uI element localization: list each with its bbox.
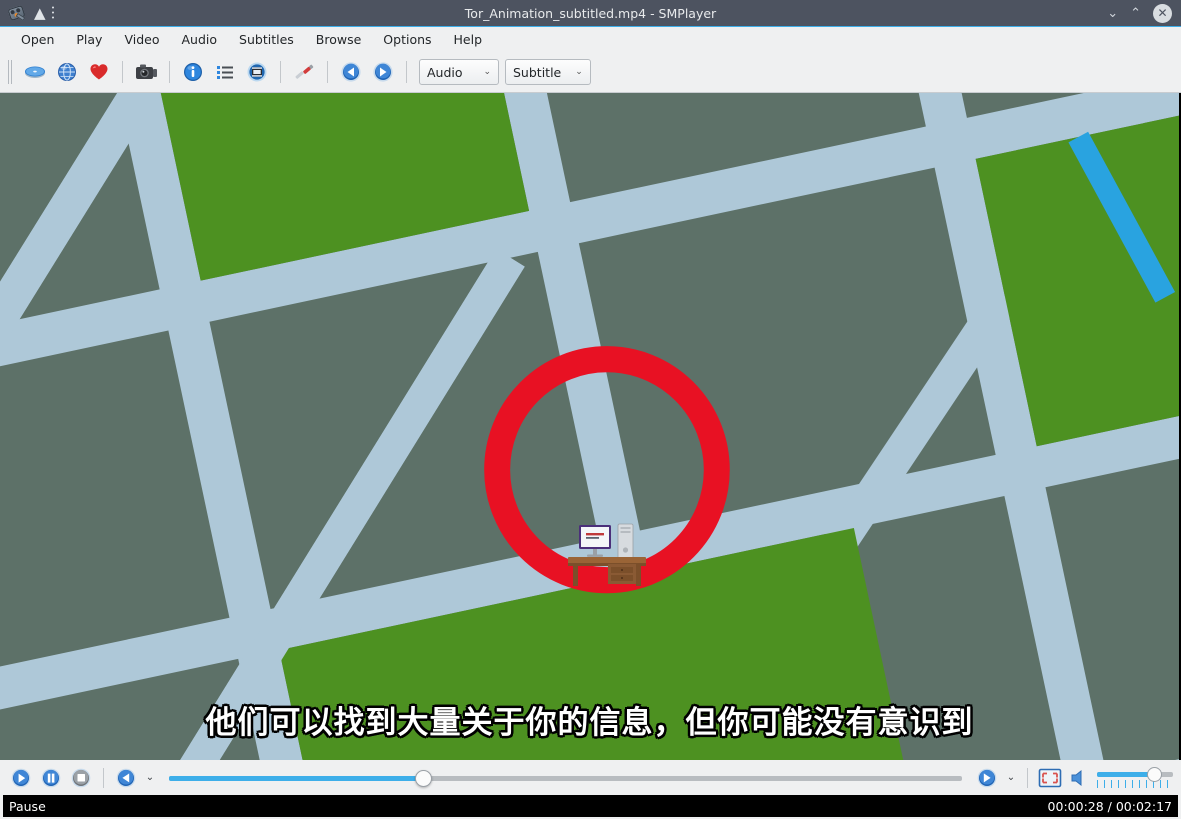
computer-desk-illustration bbox=[568, 523, 646, 586]
video-frame: 他们可以找到大量关于你的信息，但你可能没有意识到 bbox=[0, 93, 1179, 760]
close-button[interactable]: ✕ bbox=[1153, 3, 1172, 23]
play-icon[interactable] bbox=[8, 765, 34, 791]
seek-handle[interactable] bbox=[414, 769, 432, 787]
window-title: Tor_Animation_subtitled.mp4 - SMPlayer bbox=[464, 5, 717, 21]
favorites-heart-icon[interactable] bbox=[84, 57, 114, 87]
menu-item-audio[interactable]: Audio bbox=[171, 29, 229, 50]
title-bar: ▲︙ Tor_Animation_subtitled.mp4 - SMPlaye… bbox=[0, 0, 1181, 27]
preferences-screwdriver-icon[interactable] bbox=[289, 57, 319, 87]
rewind-icon[interactable] bbox=[113, 765, 139, 791]
playlist-icon[interactable] bbox=[210, 57, 240, 87]
previous-track-icon[interactable] bbox=[336, 57, 366, 87]
controls-separator bbox=[103, 767, 104, 788]
status-bar: Pause 00:00:28 / 00:02:17 bbox=[3, 795, 1178, 817]
toolbar-grip[interactable] bbox=[8, 60, 14, 84]
seek-slider[interactable] bbox=[169, 767, 962, 789]
highlight-overlay bbox=[484, 346, 730, 594]
toolbar-separator bbox=[406, 61, 407, 83]
time-display: 00:00:28 / 00:02:17 bbox=[1047, 798, 1172, 814]
volume-slider[interactable] bbox=[1097, 765, 1173, 791]
audio-track-combo[interactable]: Audio ⌄ bbox=[419, 59, 499, 85]
pause-icon[interactable] bbox=[38, 765, 64, 791]
controls-separator bbox=[1027, 767, 1028, 788]
video-equalizer-icon[interactable] bbox=[242, 57, 272, 87]
menu-item-video[interactable]: Video bbox=[113, 29, 170, 50]
menu-item-open[interactable]: Open bbox=[10, 29, 65, 50]
toolbar-separator bbox=[280, 61, 281, 83]
volume-ticks bbox=[1097, 779, 1173, 788]
title-bar-left: ▲︙ bbox=[0, 4, 61, 22]
window-buttons: ⌄ ⌃ ✕ bbox=[1107, 3, 1181, 23]
video-area[interactable]: 他们可以找到大量关于你的信息，但你可能没有意识到 bbox=[0, 93, 1181, 760]
menu-item-options[interactable]: Options bbox=[372, 29, 442, 50]
volume-fill bbox=[1097, 771, 1154, 777]
chevron-down-icon: ⌄ bbox=[575, 67, 583, 77]
subtitle-track-combo[interactable]: Subtitle ⌄ bbox=[505, 59, 591, 85]
video-subtitle-text: 他们可以找到大量关于你的信息，但你可能没有意识到 bbox=[205, 705, 974, 741]
menu-item-browse[interactable]: Browse bbox=[305, 29, 373, 50]
toolbar-separator bbox=[122, 61, 123, 83]
maximize-button[interactable]: ⌃ bbox=[1130, 7, 1141, 20]
menu-item-subtitles[interactable]: Subtitles bbox=[228, 29, 305, 50]
next-track-icon[interactable] bbox=[368, 57, 398, 87]
screenshot-camera-icon[interactable] bbox=[131, 57, 161, 87]
playback-controls: ⌄ ⌄ bbox=[0, 760, 1181, 795]
rewind-menu-chevron-down-icon[interactable]: ⌄ bbox=[143, 772, 157, 783]
volume-handle[interactable] bbox=[1147, 766, 1162, 782]
minimize-button[interactable]: ⌄ bbox=[1107, 7, 1118, 20]
smplayer-window: ▲︙ Tor_Animation_subtitled.mp4 - SMPlaye… bbox=[0, 0, 1181, 819]
main-toolbar: Audio ⌄ Subtitle ⌄ bbox=[0, 52, 1181, 93]
smplayer-film-reel-icon bbox=[7, 4, 26, 22]
toolbar-separator bbox=[169, 61, 170, 83]
subtitle-track-combo-label: Subtitle bbox=[513, 64, 562, 80]
double-chevron-up-icon[interactable]: ▲︙ bbox=[34, 5, 61, 21]
menu-bar: Open Play Video Audio Subtitles Browse O… bbox=[0, 27, 1181, 52]
seek-fill bbox=[169, 775, 423, 781]
forward-icon[interactable] bbox=[974, 765, 1000, 791]
status-message: Pause bbox=[9, 798, 46, 814]
media-info-icon[interactable] bbox=[178, 57, 208, 87]
forward-menu-chevron-down-icon[interactable]: ⌄ bbox=[1004, 772, 1018, 783]
menu-item-help[interactable]: Help bbox=[443, 29, 494, 50]
open-dvd-icon[interactable] bbox=[20, 57, 50, 87]
chevron-down-icon: ⌄ bbox=[483, 67, 491, 77]
fullscreen-icon[interactable] bbox=[1037, 765, 1063, 791]
stop-icon[interactable] bbox=[68, 765, 94, 791]
menu-item-play[interactable]: Play bbox=[65, 29, 113, 50]
toolbar-separator bbox=[327, 61, 328, 83]
audio-track-combo-label: Audio bbox=[427, 64, 463, 80]
open-url-globe-icon[interactable] bbox=[52, 57, 82, 87]
speaker-volume-icon[interactable] bbox=[1067, 765, 1093, 791]
